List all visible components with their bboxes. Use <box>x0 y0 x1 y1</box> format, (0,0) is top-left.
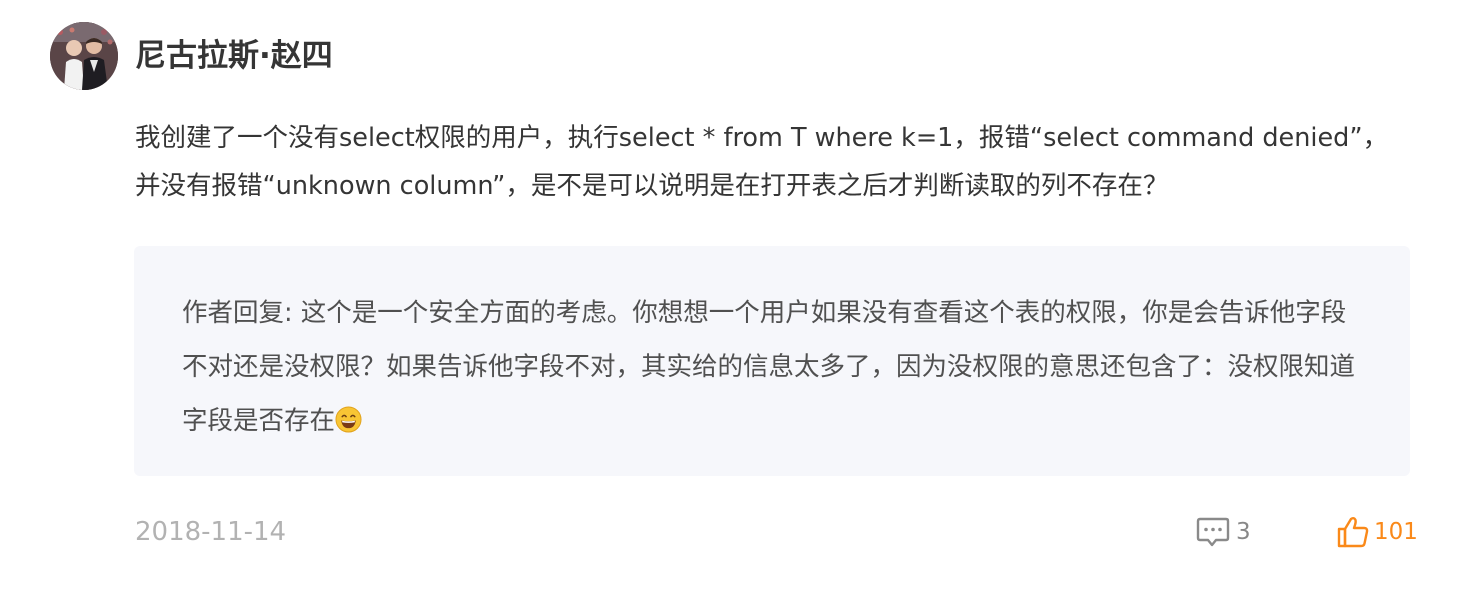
comment-date: 2018-11-14 <box>135 517 287 547</box>
reply-count-button[interactable]: 3 <box>1196 514 1251 550</box>
comment-bubble-icon <box>1196 517 1230 547</box>
avatar-photo-icon <box>50 22 118 90</box>
author-reply-box: 作者回复: 这个是一个安全方面的考虑。你想想一个用户如果没有查看这个表的权限，你… <box>134 246 1410 476</box>
reply-count: 3 <box>1236 519 1251 545</box>
grinning-face-icon <box>335 406 362 433</box>
comment-text: 我创建了一个没有select权限的用户，执行select * from T wh… <box>135 123 1389 201</box>
avatar[interactable] <box>50 22 118 90</box>
like-count: 101 <box>1374 519 1418 545</box>
author-reply: 作者回复: 这个是一个安全方面的考虑。你想想一个用户如果没有查看这个表的权限，你… <box>182 286 1362 448</box>
username[interactable]: 尼古拉斯·赵四 <box>135 34 333 78</box>
comment-card: 尼古拉斯·赵四 我创建了一个没有select权限的用户，执行select * f… <box>0 0 1468 596</box>
thumbs-up-icon <box>1337 517 1369 548</box>
like-button[interactable]: 101 <box>1336 514 1418 550</box>
